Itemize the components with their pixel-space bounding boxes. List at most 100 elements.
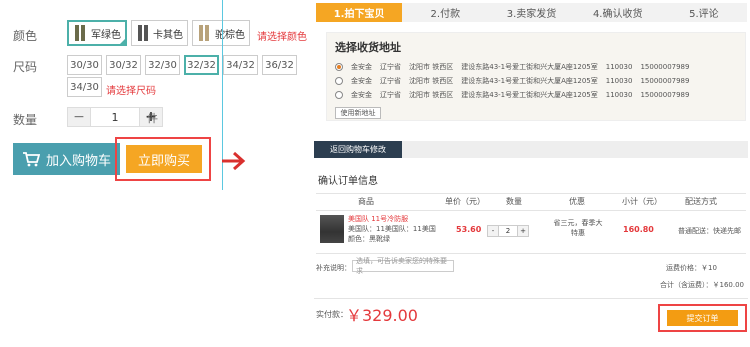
step-5: 5.评论 — [689, 9, 719, 20]
pants-thumbnail-icon — [135, 22, 150, 44]
quantity-label: 数量 — [13, 113, 38, 127]
size-option-selected[interactable]: 32/32 — [184, 55, 219, 75]
step-3: 3.卖家发货 — [506, 9, 557, 20]
size-label: 尺码 — [13, 60, 38, 74]
address-phone: 15000007989 — [640, 63, 690, 71]
address-city: 沈阳市 铁西区 — [409, 63, 454, 71]
qty-input[interactable]: 1 — [90, 108, 140, 126]
remark-label: 补充说明： — [316, 264, 351, 272]
arrow-right-icon — [222, 151, 246, 171]
shipping-fee-label: 运费价格： — [666, 264, 701, 272]
shipping-method[interactable]: 普通配送：快递先邮 — [678, 226, 741, 236]
back-to-cart-tab[interactable]: 返回购物车修改 — [314, 141, 402, 158]
address-province: 辽宁省 — [380, 91, 401, 99]
discount-text: 省三元，春季大 特惠 — [552, 218, 604, 238]
address-option[interactable]: 金安金 辽宁省 沈阳市 铁西区 建设东路43-1号爱工街和兴大厦A座1205室 … — [335, 74, 737, 88]
address-phone: 15000007989 — [640, 91, 690, 99]
size-option[interactable]: 34/32 — [223, 55, 258, 75]
color-warning: 请选择颜色 — [257, 32, 307, 43]
address-name: 金安金 — [351, 77, 372, 85]
radio-unchecked-icon[interactable] — [335, 77, 343, 85]
order-table: 商品 单价（元） 数量 优惠 小计（元） 配送方式 美国队 11号冷防服 美国队… — [316, 193, 746, 254]
address-street: 建设东路43-1号爱工街和兴大厦A座1205室 — [461, 77, 598, 85]
address-name: 金安金 — [351, 63, 372, 71]
add-to-cart-button[interactable]: 加入购物车 — [13, 143, 120, 175]
order-total: 合计（含运费）：￥160.00 — [660, 280, 744, 290]
step-1: 1.拍下宝贝 — [316, 3, 403, 22]
pay-amount: ￥329.00 — [346, 306, 418, 325]
remark-input[interactable]: 选填，可告诉卖家您的特殊要求 — [352, 257, 454, 275]
address-street: 建设东路43-1号爱工街和兴大厦A座1205室 — [461, 63, 598, 71]
submit-highlight: 提交订单 — [658, 304, 747, 332]
pants-thumbnail-icon — [196, 22, 212, 44]
table-header: 优惠 — [569, 197, 585, 206]
product-info: 美国队 11号冷防服 美国队：11美国队：11美国 颜色：黑靴绿 — [348, 214, 436, 244]
address-city: 沈阳市 铁西区 — [409, 91, 454, 99]
product-name-link[interactable]: 美国队 11号冷防服 — [348, 214, 436, 224]
address-zip: 110030 — [605, 77, 633, 85]
address-name: 金安金 — [351, 91, 372, 99]
address-city: 沈阳市 铁西区 — [409, 77, 454, 85]
step-2: 2.付款 — [430, 9, 461, 20]
checkout-panel: 1.拍下宝贝 2.付款 3.卖家发货 4.确认收货 5.评论 选择收货地址 金安… — [312, 0, 750, 347]
item-qty-plus[interactable]: + — [518, 226, 528, 236]
cart-tabbar: 返回购物车修改 — [314, 141, 748, 158]
address-province: 辽宁省 — [380, 63, 401, 71]
step-4: 4.确认收货 — [592, 9, 643, 20]
size-option[interactable]: 36/32 — [262, 55, 297, 75]
new-address-button[interactable]: 使用新地址 — [335, 107, 381, 119]
color-option-label: 驼棕色 — [215, 29, 245, 41]
progress-steps: 1.拍下宝贝 2.付款 3.卖家发货 4.确认收货 5.评论 — [316, 3, 747, 22]
size-option[interactable]: 32/30 — [145, 55, 180, 75]
address-title: 选择收货地址 — [335, 41, 401, 54]
product-spec: 美国队：11美国队：11美国 — [348, 225, 436, 233]
address-option[interactable]: 金安金 辽宁省 沈阳市 铁西区 建设东路43-1号爱工街和兴大厦A座1205室 … — [335, 60, 737, 74]
buy-now-button[interactable]: 立即购买 — [126, 145, 202, 173]
color-option-khaki[interactable]: 卡其色 — [131, 20, 188, 46]
address-province: 辽宁省 — [380, 77, 401, 85]
cart-icon — [22, 152, 40, 167]
color-option-army-green[interactable]: 军绿色 — [67, 20, 127, 46]
table-header: 配送方式 — [685, 197, 717, 206]
pants-thumbnail-icon — [72, 22, 88, 44]
quantity-unit: 件 — [147, 112, 158, 125]
size-option[interactable]: 34/30 — [67, 77, 102, 97]
item-subtotal: 160.80 — [623, 225, 654, 234]
total-label: 合计（含运费）： — [660, 281, 713, 289]
discount-line: 省三元，春季大 — [553, 219, 603, 227]
address-zip: 110030 — [605, 63, 633, 71]
address-phone: 15000007989 — [640, 77, 690, 85]
color-option-label: 卡其色 — [153, 29, 183, 41]
color-option-camel[interactable]: 驼棕色 — [192, 20, 250, 46]
address-zip: 110030 — [605, 91, 633, 99]
color-label: 颜色 — [13, 29, 38, 43]
shipping-fee: 运费价格：￥10 — [666, 263, 717, 273]
qty-minus-button[interactable]: − — [68, 108, 90, 126]
radio-unchecked-icon[interactable] — [335, 91, 343, 99]
product-color: 颜色：黑靴绿 — [348, 235, 390, 243]
unit-price: 53.60 — [456, 225, 482, 234]
total-value: ￥160.00 — [712, 281, 745, 289]
radio-checked-icon[interactable] — [335, 63, 343, 71]
size-warning: 请选择尺码 — [106, 86, 156, 97]
product-options-panel: 颜色 军绿色 卡其色 驼棕色 请选择颜色 尺码 30/30 30/32 32/3… — [0, 0, 307, 347]
table-header: 数量 — [506, 197, 522, 206]
buy-now-highlight: 立即购买 — [115, 137, 211, 181]
divider — [314, 298, 748, 299]
item-qty-stepper: - 2 + — [487, 225, 529, 237]
address-option[interactable]: 金安金 辽宁省 沈阳市 铁西区 建设东路43-1号爱工街和兴大厦A座1205室 … — [335, 88, 737, 102]
address-selector: 选择收货地址 金安金 辽宁省 沈阳市 铁西区 建设东路43-1号爱工街和兴大厦A… — [326, 32, 746, 121]
table-header: 小计（元） — [622, 197, 662, 206]
add-to-cart-label: 加入购物车 — [45, 153, 111, 169]
item-qty-minus[interactable]: - — [488, 226, 498, 236]
size-option[interactable]: 30/30 — [67, 55, 102, 75]
item-qty-input[interactable]: 2 — [498, 226, 518, 236]
table-header: 商品 — [358, 197, 374, 206]
product-image — [320, 215, 344, 243]
size-option[interactable]: 30/32 — [106, 55, 141, 75]
confirm-order-title: 确认订单信息 — [318, 176, 378, 187]
table-header: 单价（元） — [445, 197, 485, 206]
discount-line: 特惠 — [571, 229, 585, 237]
address-street: 建设东路43-1号爱工街和兴大厦A座1205室 — [461, 91, 598, 99]
submit-order-button[interactable]: 提交订单 — [667, 310, 738, 326]
